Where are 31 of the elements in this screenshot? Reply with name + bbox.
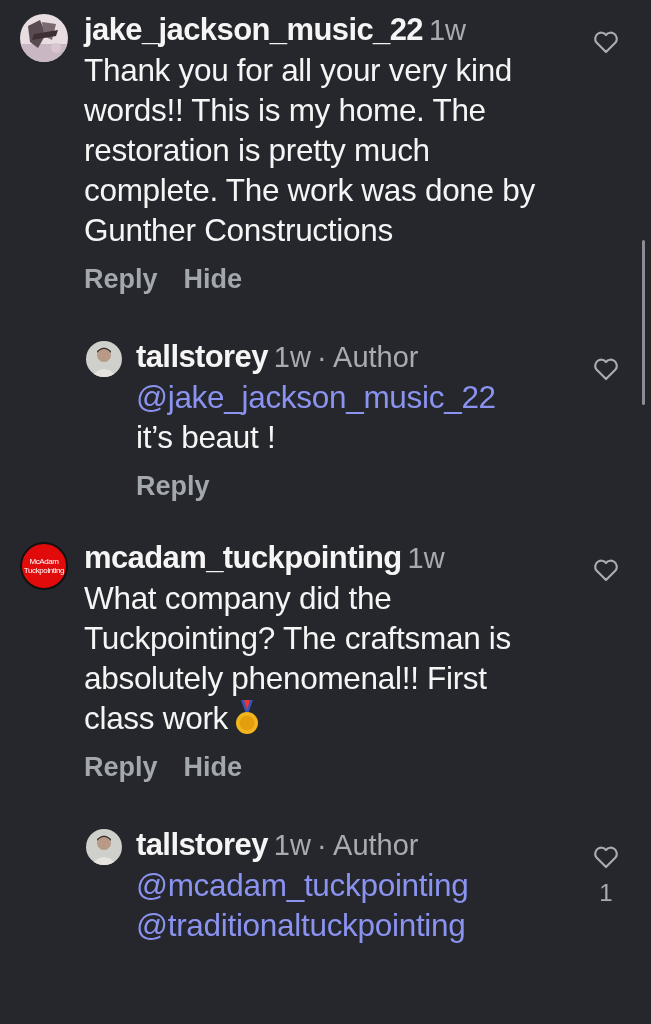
action-button[interactable]: Reply: [84, 752, 158, 783]
username[interactable]: tallstorey: [136, 339, 268, 375]
timestamp: 1w: [407, 542, 445, 575]
username[interactable]: mcadam_tuckpointing: [84, 540, 402, 576]
comment-text: Thank you for all your very kind words!! This is my home. The restoration is pretty much complete. The work was done by Gunther Constructions: [84, 51, 536, 250]
mention-link[interactable]: @jake_jackson_music_22: [136, 377, 496, 417]
author-label: · Author: [316, 341, 419, 374]
timestamp: 1w: [429, 14, 467, 47]
medal-icon: [234, 700, 261, 736]
logo-text: McAdam Tuckpointing: [22, 557, 66, 575]
heart-icon[interactable]: [593, 845, 619, 869]
scrollbar[interactable]: [642, 240, 645, 405]
heart-icon[interactable]: [593, 30, 619, 54]
heart-icon[interactable]: [593, 558, 619, 582]
timestamp: 1w: [273, 829, 311, 862]
timestamp: 1w: [273, 341, 311, 374]
action-button[interactable]: Hide: [183, 264, 243, 295]
action-button[interactable]: Hide: [183, 752, 243, 783]
username[interactable]: jake_jackson_music_22: [84, 12, 423, 48]
avatar-icon: [86, 341, 122, 377]
avatar-icon: [86, 829, 122, 865]
action-button[interactable]: Reply: [84, 264, 158, 295]
author-label: · Author: [316, 829, 419, 862]
mention-link[interactable]: @traditionaltuckpointing: [136, 905, 466, 945]
action-button[interactable]: Reply: [136, 471, 210, 502]
comment-text: it’s beaut !: [136, 418, 276, 457]
username[interactable]: tallstorey: [136, 827, 268, 863]
comment-text: class work: [84, 699, 229, 738]
like-count: 1: [599, 879, 613, 907]
heart-icon[interactable]: [593, 357, 619, 381]
mention-link[interactable]: @mcadam_tuckpointing: [136, 865, 469, 905]
